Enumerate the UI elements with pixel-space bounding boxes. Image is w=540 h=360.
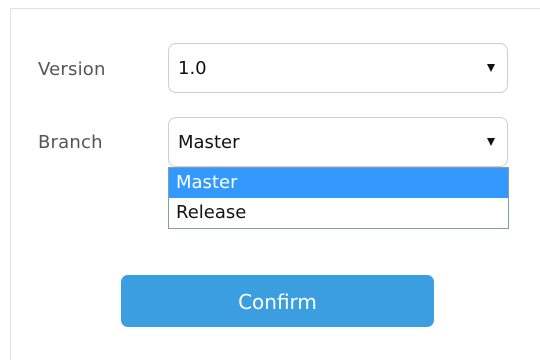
caret-down-icon xyxy=(487,64,495,72)
confirm-button[interactable]: Confirm xyxy=(121,275,434,327)
branch-option-release[interactable]: Release xyxy=(169,198,508,228)
branch-select-value: Master xyxy=(178,132,240,153)
version-select-value: 1.0 xyxy=(178,58,207,79)
caret-down-icon xyxy=(487,138,495,146)
version-select[interactable]: 1.0 xyxy=(168,43,508,93)
branch-label: Branch xyxy=(38,132,103,153)
branch-option-master[interactable]: Master xyxy=(169,168,508,198)
branch-select[interactable]: Master xyxy=(168,117,508,167)
version-label: Version xyxy=(38,59,106,80)
branch-dropdown-list: Master Release xyxy=(168,167,509,229)
